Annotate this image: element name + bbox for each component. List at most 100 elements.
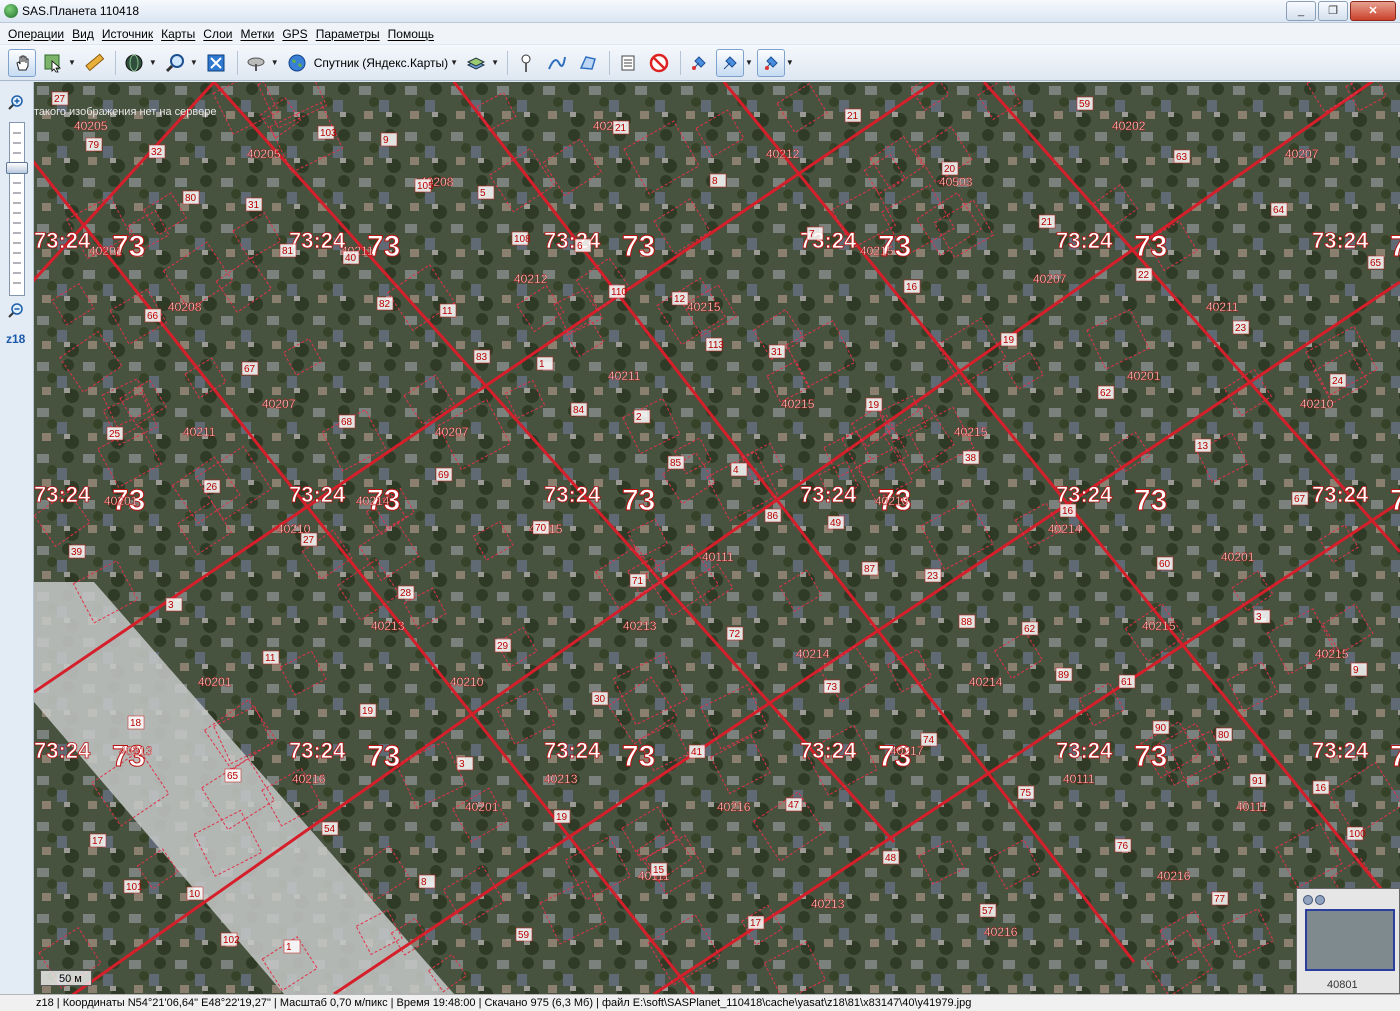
quarter-label: 40503 — [939, 175, 973, 189]
map-source-globe-button[interactable] — [283, 49, 311, 77]
hide-marks-button[interactable] — [645, 49, 673, 77]
minimap-plus-icon[interactable] — [1303, 895, 1313, 905]
zoom-slider-knob[interactable] — [6, 162, 28, 174]
quarter-label: 40214 — [1048, 522, 1082, 536]
parcel-number-label: 31 — [771, 347, 783, 358]
gps-satellite-icon — [691, 55, 706, 70]
district-code-label: 73:24 — [800, 738, 857, 763]
quarter-label: 40213 — [623, 619, 657, 633]
menu-help[interactable]: Помощь — [388, 27, 434, 41]
globe-dropdown-icon[interactable]: ▼ — [149, 58, 157, 67]
select-area-icon — [44, 54, 62, 72]
select-area-button[interactable] — [39, 49, 67, 77]
district-code-label: 73:24 — [289, 482, 346, 507]
parcel-number-label: 7 — [809, 229, 815, 240]
parcel-number-label: 40 — [345, 253, 357, 264]
parcel-number-label: 103 — [320, 128, 337, 139]
menu-source[interactable]: Источник — [102, 27, 153, 41]
quarter-label: 40211 — [183, 425, 216, 439]
map-source-label[interactable]: Спутник (Яндекс.Карты) — [314, 56, 448, 70]
no-image-message: такого изображения нет на сервере — [34, 106, 217, 118]
zoom-dropdown-icon[interactable]: ▼ — [190, 58, 198, 67]
add-polygon-button[interactable] — [574, 49, 602, 77]
menu-marks[interactable]: Метки — [240, 27, 274, 41]
zoom-slider-track[interactable] — [9, 122, 25, 296]
parcel-number-label: 67 — [244, 364, 256, 375]
menu-layers[interactable]: Слои — [203, 27, 232, 41]
quarter-label: 40208 — [168, 300, 202, 314]
gps-track-button[interactable] — [685, 49, 713, 77]
parcel-number-label: 27 — [54, 94, 66, 105]
layers-button[interactable] — [462, 49, 490, 77]
parcel-number-label: 38 — [965, 453, 977, 464]
parcel-number-label: 8 — [421, 877, 427, 888]
menu-gps[interactable]: GPS — [282, 27, 307, 41]
menu-view[interactable]: Вид — [72, 27, 94, 41]
parcel-number-label: 108 — [514, 234, 531, 245]
marks-list-button[interactable] — [614, 49, 642, 77]
district-code-label: 73:24 — [34, 228, 91, 253]
layers-dropdown-icon[interactable]: ▼ — [491, 58, 499, 67]
map-view[interactable]: 73:24 73 73:24 73 73:24 73 73:24 73 73:24 73 73:24… — [34, 82, 1400, 994]
parcel-number-label: 19 — [1003, 335, 1015, 346]
ruler-button[interactable] — [80, 49, 108, 77]
zoom-in-icon[interactable] — [8, 94, 24, 110]
parcel-number-label: 13 — [1197, 441, 1209, 452]
minimap-minus-icon[interactable] — [1315, 895, 1325, 905]
quarter-label: 40214 — [796, 647, 830, 661]
select-area-dropdown-icon[interactable]: ▼ — [68, 58, 76, 67]
gps-connect-dropdown-icon[interactable]: ▼ — [745, 58, 753, 67]
quarter-label: 40207 — [1285, 147, 1319, 161]
zoom-tool-button[interactable] — [161, 49, 189, 77]
gps-follow-dropdown-icon[interactable]: ▼ — [786, 58, 794, 67]
parcel-number-label: 41 — [691, 747, 703, 758]
parcel-number-label: 86 — [767, 511, 779, 522]
parcel-number-label: 19 — [868, 400, 880, 411]
satellite-map-canvas[interactable]: 73:24 73 73:24 73 73:24 73 73:24 73 73:24 73 73:24… — [34, 82, 1400, 994]
zoom-level-label: z18 — [6, 332, 26, 346]
quarter-label: 40216 — [292, 772, 326, 786]
toolbar-separator — [608, 50, 610, 75]
parcel-number-label: 113 — [708, 340, 724, 351]
parcel-number-label: 77 — [1214, 894, 1226, 905]
district-number-label: 73 — [622, 230, 655, 263]
map-source-dropdown-icon[interactable]: ▼ — [450, 58, 458, 67]
gps-connect-button[interactable] — [715, 48, 744, 77]
scale-bar: 50 м — [40, 970, 92, 986]
menu-parameters[interactable]: Параметры — [316, 27, 380, 41]
zoom-out-icon[interactable] — [8, 302, 24, 318]
quarter-label: 40214 — [969, 675, 1003, 689]
district-code-label: 73:24 — [544, 738, 601, 763]
district-code-label: 73:24 — [289, 228, 346, 253]
parcel-number-label: 9 — [383, 135, 389, 146]
maximize-button[interactable]: ❐ — [1318, 1, 1348, 21]
minimize-button[interactable]: _ — [1286, 1, 1316, 21]
zoom-panel: z18 — [0, 82, 34, 994]
parcel-number-label: 64 — [1273, 205, 1285, 216]
overview-minimap[interactable]: 40801 — [1296, 888, 1400, 994]
parcel-number-label: 63 — [1176, 152, 1188, 163]
parcel-number-label: 72 — [729, 629, 741, 640]
fullscreen-button[interactable] — [202, 49, 230, 77]
satellite-dropdown-icon[interactable]: ▼ — [271, 58, 279, 67]
add-path-button[interactable] — [543, 49, 571, 77]
toolbar-separator — [679, 50, 681, 75]
minimap-viewport[interactable] — [1305, 909, 1395, 971]
add-placemark-button[interactable] — [512, 49, 540, 77]
district-number-label: 73 — [1134, 230, 1167, 263]
globe-button[interactable] — [120, 49, 148, 77]
district-code-label: 73:24 — [800, 482, 857, 507]
toolbar-separator — [236, 50, 238, 75]
quarter-label: 40202 — [1112, 119, 1146, 133]
menu-operations[interactable]: Операции — [8, 27, 64, 41]
quarter-label: 40217 — [890, 744, 924, 758]
parcel-number-label: 29 — [497, 641, 509, 652]
satellite-dish-button[interactable] — [242, 49, 270, 77]
gps-follow-button[interactable] — [756, 48, 785, 77]
title-bar: SAS.Планета 110418 _ ❐ ✕ — [0, 0, 1400, 23]
close-button[interactable]: ✕ — [1350, 1, 1396, 21]
forbidden-icon — [649, 53, 669, 72]
menu-maps[interactable]: Карты — [161, 27, 195, 41]
quarter-label: 40213 — [544, 772, 578, 786]
hand-tool-button[interactable] — [8, 48, 36, 77]
